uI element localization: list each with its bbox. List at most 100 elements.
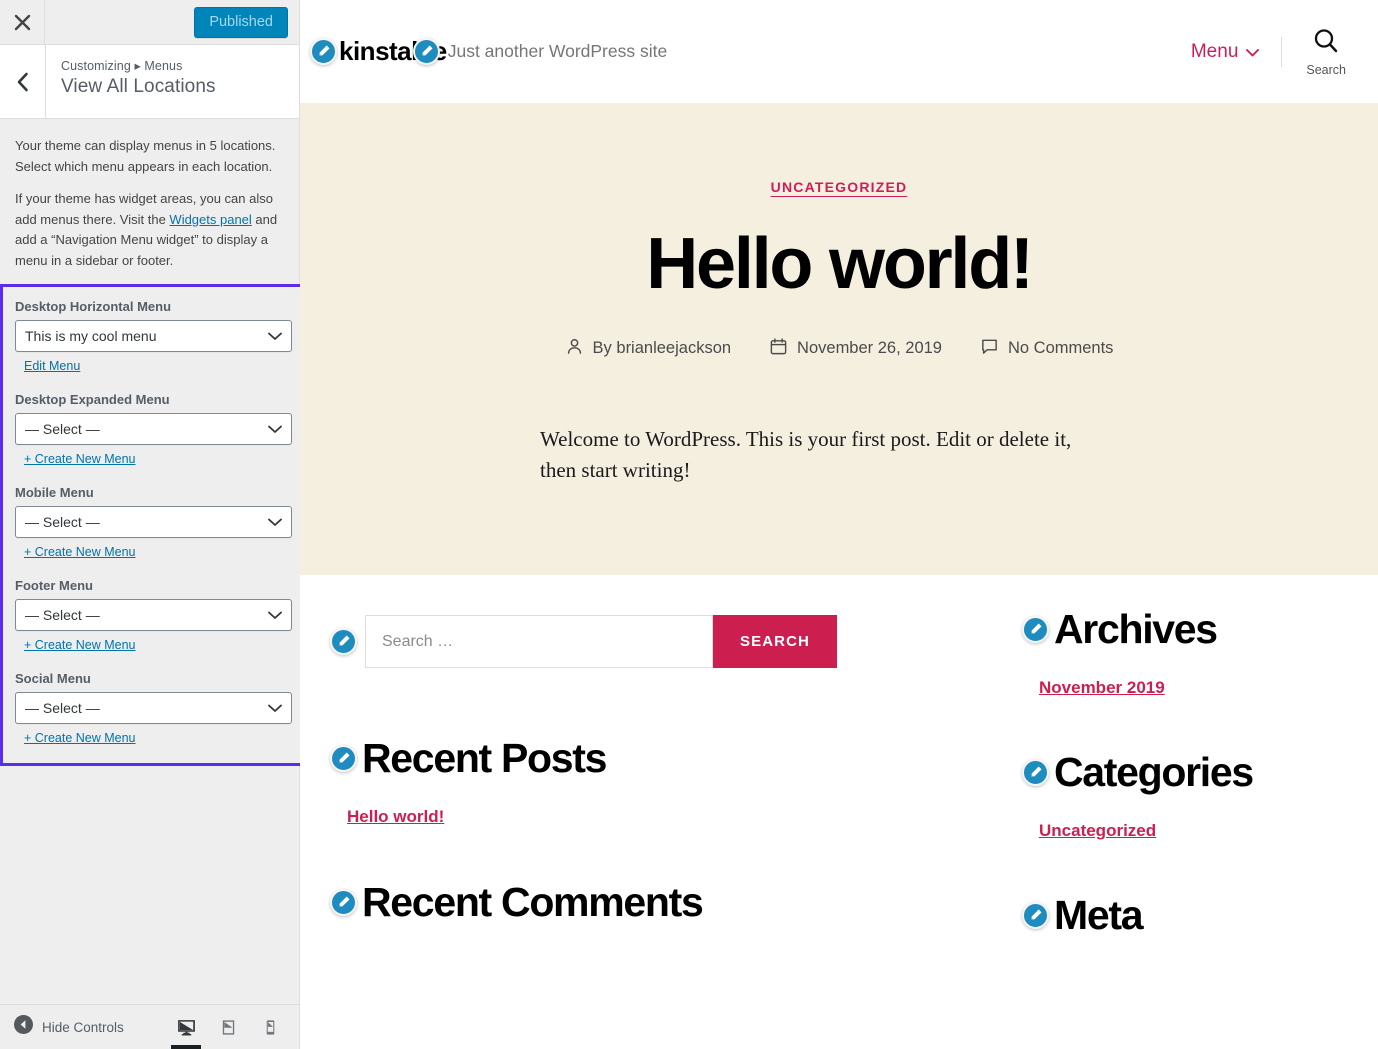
location-label: Social Menu (15, 671, 91, 687)
menu-locations-group: Desktop Horizontal Menu This is my cool … (0, 284, 308, 767)
location-label: Desktop Horizontal Menu (15, 299, 172, 315)
customizer-sidebar: Published Customizing ▸ Menus View All L… (0, 0, 308, 1049)
menu-toggle-button[interactable]: Menu (1191, 41, 1282, 63)
widget-recent-comments: Recent Comments (330, 879, 824, 926)
create-new-menu-link[interactable]: + Create New Menu (24, 638, 136, 652)
widget-heading-row: Recent Comments (330, 879, 824, 926)
device-mobile-button[interactable] (249, 1005, 291, 1049)
location-select-desktop-expanded[interactable]: — Select — (15, 413, 292, 446)
widget-column-left: SEARCH Recent Posts Hello world! (330, 615, 837, 938)
widget-column-right: Archives November 2019 Categories Uncate… (834, 606, 1338, 938)
location-select-mobile[interactable]: — Select — (15, 506, 292, 539)
search-form: SEARCH (365, 615, 837, 668)
create-new-menu-link[interactable]: + Create New Menu (24, 452, 136, 466)
widget-categories: Categories Uncategorized (1022, 749, 1338, 841)
post-date: November 26, 2019 (769, 337, 942, 361)
widget-list-item[interactable]: Hello world! (347, 807, 824, 827)
edit-meta-widget-pencil-icon[interactable] (1022, 902, 1049, 930)
breadcrumb: Customizing ▸ Menus (61, 59, 183, 73)
chevron-down-icon (268, 421, 282, 437)
edit-recent-comments-widget-pencil-icon[interactable] (330, 889, 357, 917)
location-select-value: — Select — (25, 421, 100, 438)
post-header: UNCATEGORIZED Hello world! By brianleeja… (449, 179, 1229, 361)
widgets-panel-link[interactable]: Widgets panel (169, 212, 251, 227)
location-select-desktop-horizontal[interactable]: This is my cool menu (15, 320, 292, 353)
edit-menu-link[interactable]: Edit Menu (24, 359, 80, 373)
menu-location-mobile: Mobile Menu — Select — + Create New Menu (15, 485, 292, 561)
widget-title: Meta (1054, 892, 1144, 939)
edit-categories-widget-pencil-icon[interactable] (1022, 759, 1049, 787)
edit-site-title-pencil-icon[interactable] (310, 38, 337, 65)
post-title: Hello world! (646, 224, 1034, 304)
edit-search-widget-pencil-icon[interactable] (330, 628, 357, 655)
location-select-value: — Select — (25, 514, 100, 531)
search-input[interactable] (365, 615, 713, 668)
device-tablet-button[interactable] (207, 1005, 249, 1049)
widget-title: Recent Posts (362, 735, 607, 781)
menu-location-desktop-horizontal: Desktop Horizontal Menu This is my cool … (15, 299, 292, 375)
widget-heading-row: Meta (1022, 893, 1338, 938)
author-icon (565, 337, 584, 361)
location-select-footer[interactable]: — Select — (15, 599, 292, 632)
header-right: Menu Search (1191, 26, 1350, 77)
footer-widget-area: SEARCH Recent Posts Hello world! (300, 575, 1378, 938)
widget-heading-row: Recent Posts (330, 735, 824, 781)
chevron-down-icon (268, 328, 282, 344)
post-category-link[interactable]: UNCATEGORIZED (771, 179, 908, 195)
comment-icon (980, 337, 999, 361)
widget-recent-posts: Recent Posts Hello world! (330, 735, 824, 827)
back-chevron-icon[interactable] (0, 45, 46, 118)
search-widget: SEARCH (330, 615, 837, 668)
menu-location-social: Social Menu — Select — + Create New Menu (15, 671, 292, 747)
widget-list-item[interactable]: Uncategorized (1039, 821, 1338, 841)
post-comments-label: No Comments (1007, 339, 1114, 358)
search-submit-button[interactable]: SEARCH (713, 615, 837, 668)
hide-controls-label: Hide Controls (42, 1019, 124, 1035)
site-tagline: Just another WordPress site (447, 41, 668, 61)
location-select-social[interactable]: — Select — (15, 692, 292, 725)
customizer-topbar: Published (0, 0, 299, 45)
edit-recent-posts-widget-pencil-icon[interactable] (330, 745, 357, 773)
chevron-down-icon (268, 607, 282, 623)
location-label: Mobile Menu (15, 485, 94, 501)
post-author-label: By brianleejackson (592, 339, 732, 358)
post-excerpt: Welcome to WordPress. This is your first… (540, 426, 1072, 482)
edit-archives-widget-pencil-icon[interactable] (1022, 616, 1049, 644)
close-icon[interactable] (0, 0, 45, 44)
post-comments: No Comments (980, 337, 1113, 361)
device-desktop-button[interactable] (165, 1005, 207, 1049)
edit-tagline-pencil-icon[interactable] (412, 38, 440, 65)
panel-titles: Customizing ▸ Menus View All Locations (46, 45, 216, 118)
widget-list-item[interactable]: November 2019 (1039, 678, 1338, 698)
widget-meta: Meta (1022, 893, 1338, 938)
widget-title: Recent Comments (362, 879, 704, 926)
description-line-2: If your theme has widget areas, you can … (15, 189, 284, 271)
panel-header: Customizing ▸ Menus View All Locations (0, 45, 299, 119)
customizer-body: Your theme can display menus in 5 locati… (0, 119, 308, 767)
chevron-down-icon (268, 700, 282, 716)
search-toggle-label: Search (1306, 63, 1346, 77)
chevron-down-icon (1246, 41, 1260, 63)
location-select-value: — Select — (25, 607, 100, 624)
post-author: By brianleejackson (565, 337, 732, 361)
search-toggle-button[interactable]: Search (1282, 26, 1350, 77)
calendar-icon (769, 337, 788, 361)
page-title: View All Locations (61, 76, 216, 97)
customizer-footer: Hide Controls (0, 1004, 299, 1049)
hide-controls-button[interactable]: Hide Controls (0, 1015, 124, 1039)
customizer-screen: Published Customizing ▸ Menus View All L… (0, 0, 1378, 1049)
device-preview-switcher (165, 1005, 299, 1049)
site-branding: kinstalife Just another WordPress site (310, 36, 667, 67)
search-icon (1311, 26, 1341, 61)
widget-heading-row: Archives (1022, 606, 1338, 652)
create-new-menu-link[interactable]: + Create New Menu (24, 731, 136, 745)
widget-title: Archives (1054, 606, 1218, 652)
publish-button[interactable]: Published (194, 7, 288, 38)
widget-title: Categories (1054, 749, 1254, 796)
panel-description: Your theme can display menus in 5 locati… (0, 119, 299, 271)
create-new-menu-link[interactable]: + Create New Menu (24, 545, 136, 559)
location-select-value: — Select — (25, 700, 100, 717)
widget-heading-row: Categories (1022, 749, 1338, 796)
menu-location-footer: Footer Menu — Select — + Create New Menu (15, 578, 292, 654)
